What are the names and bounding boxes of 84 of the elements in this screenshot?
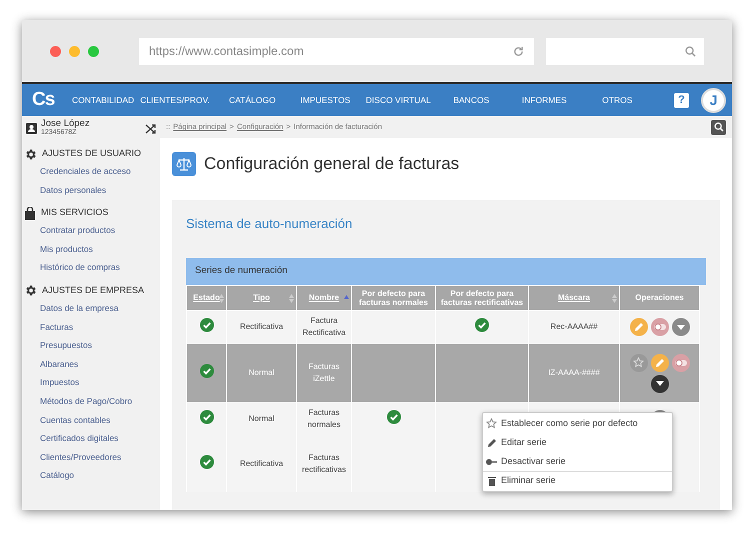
table-cell: Facturas rectificativas bbox=[296, 436, 352, 492]
star-icon bbox=[486, 418, 497, 429]
nav-item[interactable]: CLIENTES/PROV. bbox=[140, 94, 210, 106]
column-header: Operaciones bbox=[620, 285, 700, 310]
pencil-icon bbox=[654, 358, 664, 368]
search-button[interactable] bbox=[711, 120, 726, 134]
check-icon bbox=[200, 455, 214, 469]
bag-icon bbox=[24, 206, 36, 220]
check-icon bbox=[200, 364, 214, 378]
logo[interactable]: Cs bbox=[32, 86, 72, 114]
help-button[interactable]: ? bbox=[674, 92, 689, 108]
dropdown-button[interactable] bbox=[650, 374, 668, 392]
menu-item[interactable]: Establecer como serie por defecto bbox=[483, 414, 672, 433]
search-icon bbox=[714, 122, 724, 132]
reload-icon[interactable] bbox=[512, 46, 524, 56]
menu-item[interactable]: Editar serie bbox=[483, 433, 672, 452]
sort-icon[interactable] bbox=[289, 294, 294, 302]
nav-item[interactable]: OTROS bbox=[580, 94, 654, 106]
table-title-bar: Series de numeración bbox=[186, 258, 706, 284]
sidebar-item[interactable]: Albaranes bbox=[22, 354, 160, 374]
table-cell: Rectificativa bbox=[226, 436, 296, 492]
caret-icon bbox=[676, 324, 684, 330]
nav-item[interactable]: IMPUESTOS bbox=[288, 94, 362, 106]
address-bar[interactable]: https://www.contasimple.com bbox=[139, 38, 534, 64]
sidebar-item[interactable]: Métodos de Pago/Cobro bbox=[22, 392, 160, 411]
star-icon bbox=[633, 357, 644, 368]
sidebar-item[interactable]: Facturas bbox=[22, 318, 160, 336]
user-name: Jose López bbox=[41, 119, 91, 128]
search-field[interactable] bbox=[546, 38, 704, 64]
scales-icon bbox=[176, 156, 192, 172]
toggle-icon bbox=[654, 323, 666, 332]
menu-item[interactable]: Desactivar serie bbox=[483, 452, 672, 471]
section-title: Sistema de auto-numeración bbox=[186, 215, 354, 233]
nav-item[interactable]: CATÁLOGO bbox=[216, 94, 289, 106]
table-cell: Facturas iZettle bbox=[296, 344, 352, 402]
sidebar-item[interactable]: Datos personales bbox=[22, 180, 160, 200]
gear-icon bbox=[24, 284, 37, 298]
check-icon bbox=[475, 318, 489, 332]
table-cell: Rec-AAAA## bbox=[528, 310, 620, 344]
page-title: Configuración general de facturas bbox=[204, 153, 460, 176]
table-cell: Normal bbox=[226, 402, 296, 436]
edit-button[interactable] bbox=[630, 318, 648, 336]
table-cell: Factura Rectificativa bbox=[296, 310, 352, 344]
toggle-icon bbox=[486, 458, 497, 464]
sidebar-item[interactable]: Impuestos bbox=[22, 373, 160, 392]
sidebar-item[interactable]: Datos de la empresa bbox=[22, 298, 160, 318]
table-cell: Normal bbox=[226, 344, 296, 402]
toggle-icon bbox=[674, 358, 686, 366]
sidebar-item[interactable]: Mis productos bbox=[22, 240, 160, 258]
sort-up-icon[interactable] bbox=[344, 294, 349, 298]
check-icon bbox=[200, 318, 214, 332]
sidebar-item[interactable]: Credenciales de acceso bbox=[22, 162, 160, 181]
sort-icon[interactable] bbox=[612, 294, 617, 302]
sort-icon[interactable] bbox=[219, 294, 224, 302]
table-cell: Rectificativa bbox=[226, 310, 296, 344]
sidebar-item[interactable]: Clientes/Proveedores bbox=[22, 448, 160, 466]
check-icon bbox=[200, 410, 214, 424]
sidebar-section-title: AJUSTES DE EMPRESA bbox=[42, 284, 144, 298]
pencil-icon bbox=[634, 322, 644, 332]
table-cell: Facturas normales bbox=[296, 402, 352, 436]
column-header: Por defecto para facturas normales bbox=[352, 285, 436, 310]
user-card-icon bbox=[26, 122, 37, 134]
shuffle-icon[interactable] bbox=[145, 122, 156, 134]
table-cell: IZ-AAAA-#### bbox=[528, 344, 620, 402]
nav-item[interactable]: INFORMES bbox=[508, 94, 581, 106]
sidebar-section-title: AJUSTES DE USUARIO bbox=[42, 147, 142, 160]
search-icon bbox=[685, 46, 696, 56]
user-avatar[interactable]: J bbox=[701, 88, 726, 112]
sidebar-item[interactable]: Contratar productos bbox=[22, 221, 160, 240]
gear-icon bbox=[24, 148, 37, 160]
nav-item[interactable]: CONTABILIDAD bbox=[72, 94, 134, 106]
check-icon bbox=[386, 410, 400, 424]
nav-item[interactable]: BANCOS bbox=[434, 94, 508, 106]
sidebar-item[interactable]: Cuentas contables bbox=[22, 410, 160, 430]
sidebar-section-title: MIS SERVICIOS bbox=[41, 206, 108, 220]
deactivate-button[interactable] bbox=[650, 318, 668, 336]
sidebar-item[interactable]: Certificados digitales bbox=[22, 429, 160, 448]
trash-icon bbox=[488, 476, 496, 486]
sidebar-item[interactable]: Presupuestos bbox=[22, 336, 160, 355]
column-header: Por defecto para facturas rectificativas bbox=[436, 285, 528, 310]
caret-icon bbox=[656, 381, 664, 386]
sidebar-item[interactable]: Histórico de compras bbox=[22, 258, 160, 277]
nav-item[interactable]: DISCO VIRTUAL bbox=[362, 94, 435, 106]
sidebar-item[interactable]: Catálogo bbox=[22, 466, 160, 485]
